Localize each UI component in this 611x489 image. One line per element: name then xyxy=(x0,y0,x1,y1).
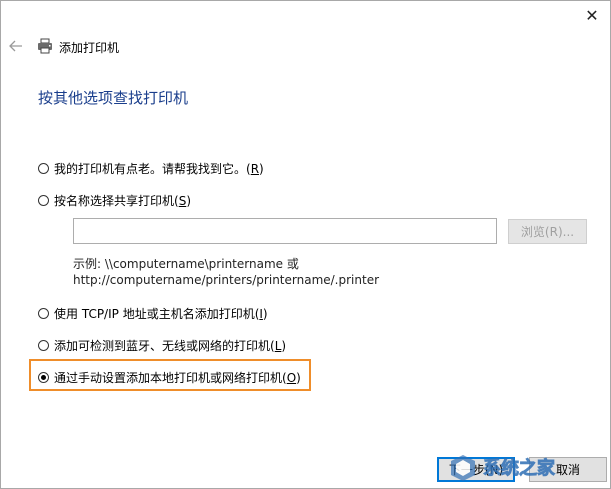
next-button[interactable]: 下一步(N) xyxy=(437,457,515,482)
option-manual-local-or-network[interactable]: 通过手动设置添加本地打印机或网络打印机(O) xyxy=(38,369,301,386)
option-access-key: O xyxy=(286,370,297,385)
shared-printer-name-input[interactable] xyxy=(73,218,497,244)
option-label-suffix: ) xyxy=(262,306,268,321)
option-label: 按名称选择共享打印机( xyxy=(54,194,179,208)
option-access-key: L xyxy=(274,338,282,353)
option-shared-printer-by-name[interactable]: 按名称选择共享打印机(S) xyxy=(38,192,191,209)
close-button[interactable]: ✕ xyxy=(574,1,610,29)
option-label: 通过手动设置添加本地打印机或网络打印机( xyxy=(54,371,287,385)
cancel-button[interactable]: 取消 xyxy=(529,457,607,482)
add-printer-dialog: ✕ 添加打印机 按其他选项查找打印机 我的打印机有点老。请帮我找到它。(R) 按… xyxy=(0,0,611,489)
printer-icon xyxy=(38,38,52,54)
close-icon: ✕ xyxy=(585,5,599,25)
option-label: 我的打印机有点老。请帮我找到它。( xyxy=(54,162,251,176)
option-access-key: R xyxy=(250,161,260,176)
radio-button[interactable] xyxy=(38,340,49,351)
radio-button[interactable] xyxy=(38,163,49,174)
option-label-suffix: ) xyxy=(281,338,287,353)
page-title: 按其他选项查找打印机 xyxy=(38,89,189,107)
radio-button[interactable] xyxy=(38,308,49,319)
option-bluetooth-wireless-network[interactable]: 添加可检测到蓝牙、无线或网络的打印机(L) xyxy=(38,337,286,354)
browse-button[interactable]: 浏览(R)... xyxy=(508,219,587,244)
option-label: 使用 TCP/IP 地址或主机名添加打印机( xyxy=(54,307,260,321)
option-label-suffix: ) xyxy=(259,161,264,176)
option-label-suffix: ) xyxy=(296,370,301,385)
option-tcpip-hostname[interactable]: 使用 TCP/IP 地址或主机名添加打印机(I) xyxy=(38,305,268,322)
example-text-line2: http://computername/printers/printername… xyxy=(73,273,380,287)
option-label-suffix: ) xyxy=(186,193,191,208)
back-button[interactable] xyxy=(7,37,25,55)
option-access-key: S xyxy=(178,193,187,208)
back-arrow-icon xyxy=(9,40,22,52)
option-old-printer[interactable]: 我的打印机有点老。请帮我找到它。(R) xyxy=(38,160,264,177)
radio-button-selected[interactable] xyxy=(38,372,49,383)
option-label: 添加可检测到蓝牙、无线或网络的打印机( xyxy=(54,339,275,353)
example-text-line1: 示例: \\computername\printername 或 xyxy=(73,257,299,271)
radio-button[interactable] xyxy=(38,195,49,206)
dialog-header-title: 添加打印机 xyxy=(59,41,120,55)
